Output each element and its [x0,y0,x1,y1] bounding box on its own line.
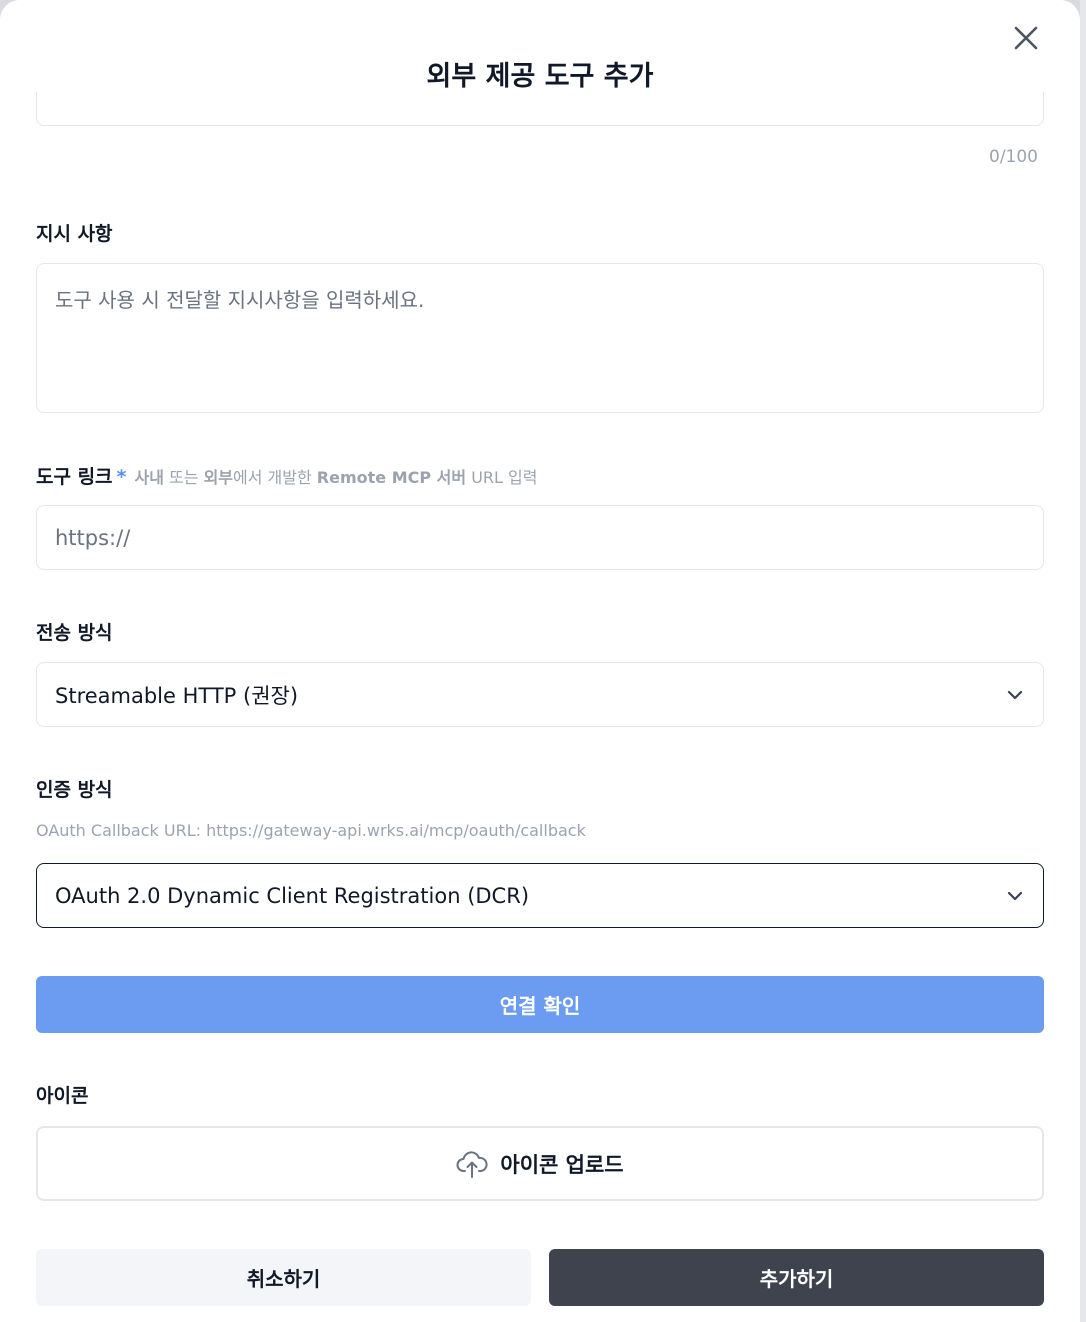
transport-label: 전송 방식 [36,622,113,644]
icon-label: 아이콘 [36,1085,89,1107]
oauth-callback-url: OAuth Callback URL: https://gateway-api.… [36,821,586,840]
chevron-down-icon [1007,891,1023,900]
auth-selected-value: OAuth 2.0 Dynamic Client Registration (D… [55,883,530,908]
icon-upload-button[interactable]: 아이콘 업로드 [36,1126,1044,1201]
hint-url-input: URL 입력 [466,468,538,487]
transport-selected-value: Streamable HTTP (권장) [55,683,299,708]
required-mark: * [116,466,127,488]
cancel-button[interactable]: 취소하기 [36,1249,531,1306]
auth-select[interactable]: OAuth 2.0 Dynamic Client Registration (D… [36,863,1044,928]
auth-label: 인증 방식 [36,779,113,801]
instructions-label: 지시 사항 [36,223,113,245]
icon-upload-label: 아이콘 업로드 [500,1152,624,1177]
hint-internal: 사내 [134,468,164,487]
connect-check-button[interactable]: 연결 확인 [36,976,1044,1033]
hint-remote-mcp: Remote MCP 서버 [316,468,467,487]
instructions-textarea[interactable] [36,263,1044,413]
tool-link-label-text: 도구 링크 [36,466,113,488]
modal-title: 외부 제공 도구 추가 [426,61,654,92]
callback-prefix: OAuth Callback URL: [36,821,207,840]
close-button[interactable] [1008,20,1044,56]
tool-link-hint: 사내 또는 외부에서 개발한 Remote MCP 서버 URL 입력 [134,468,537,487]
add-button[interactable]: 추가하기 [549,1249,1044,1306]
hint-developed: 에서 개발한 [233,468,317,487]
close-icon [1014,26,1038,50]
tool-link-input[interactable] [36,505,1044,570]
description-char-counter: 0/100 [989,147,1038,167]
hint-external: 외부 [203,468,234,487]
chevron-down-icon [1007,690,1023,699]
transport-select[interactable]: Streamable HTTP (권장) [36,662,1044,727]
hint-or: 또는 [163,468,204,487]
scrollbar-track[interactable] [1080,0,1086,1322]
callback-url: https://gateway-api.wrks.ai/mcp/oauth/ca… [206,821,586,840]
add-external-tool-modal: 외부 제공 도구 추가 0/100 지시 사항 도구 링크* 사내 또는 외부에서… [0,0,1080,1322]
cloud-upload-icon [456,1150,488,1178]
tool-link-label: 도구 링크 * 사내 또는 외부에서 개발한 Remote MCP 서버 URL 입… [36,462,537,489]
